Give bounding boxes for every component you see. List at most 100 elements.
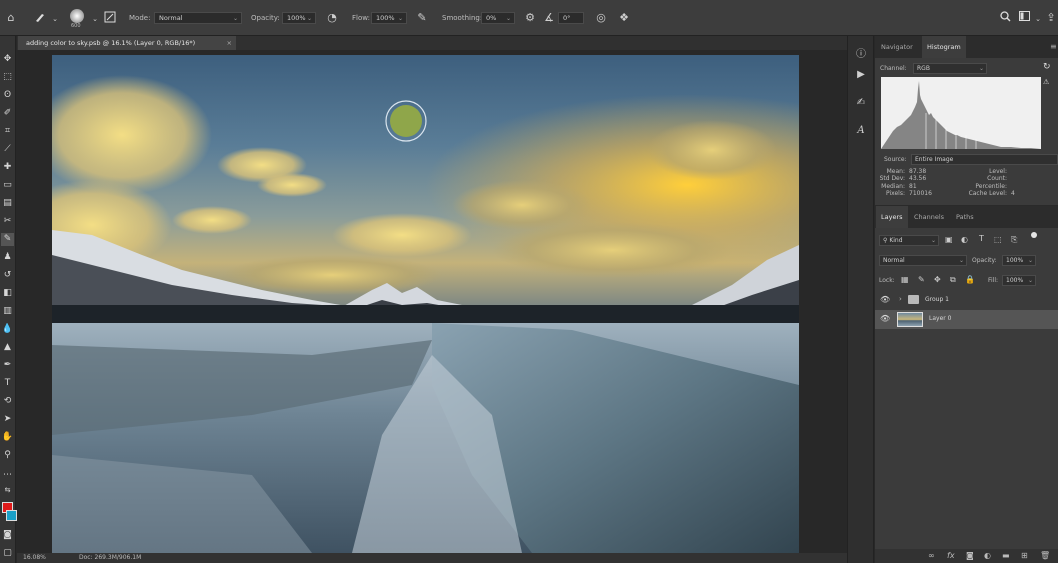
hand-tool-icon[interactable]: ✋ bbox=[1, 431, 14, 444]
chevron-right-icon[interactable]: › bbox=[899, 295, 902, 303]
home-icon[interactable]: ⌂ bbox=[4, 11, 18, 25]
move-tool-icon[interactable]: ✥ bbox=[1, 53, 14, 66]
layer-opacity-input[interactable]: 100% ⌄ bbox=[1002, 255, 1036, 266]
gear-icon[interactable]: ⚙ bbox=[523, 11, 537, 25]
lock-transparent-icon[interactable]: ▦ bbox=[901, 275, 909, 284]
lock-image-icon[interactable]: ✎ bbox=[918, 275, 925, 284]
share-icon[interactable]: ⇪ bbox=[1044, 11, 1058, 25]
play-actions-icon[interactable]: ▶ bbox=[854, 68, 868, 82]
source-select[interactable]: Entire Image bbox=[911, 154, 1058, 165]
marquee-tool-icon[interactable]: ⬚ bbox=[1, 71, 14, 84]
tab-channels[interactable]: Channels bbox=[909, 206, 949, 228]
channel-select[interactable]: RGB ⌄ bbox=[913, 63, 987, 74]
smoothing-value: 0% bbox=[486, 14, 497, 22]
layers-panel-tabs: Layers Channels Paths bbox=[875, 206, 1058, 229]
document-tab[interactable]: adding color to sky.psb @ 16.1% (Layer 0… bbox=[18, 36, 236, 50]
pen-tool-icon[interactable]: ✒ bbox=[1, 359, 14, 372]
fill-label: Fill: bbox=[988, 277, 999, 284]
filter-shape-icon[interactable]: ⬚ bbox=[994, 235, 1002, 244]
tab-histogram[interactable]: Histogram bbox=[922, 36, 966, 58]
blend-mode-select[interactable]: Normal ⌄ bbox=[879, 255, 967, 266]
refresh-icon[interactable]: ↻ bbox=[1043, 62, 1051, 72]
symmetry-icon[interactable]: ❖ bbox=[617, 11, 631, 25]
document-canvas[interactable] bbox=[52, 55, 799, 553]
workspace-icon[interactable] bbox=[1017, 11, 1031, 25]
new-group-icon[interactable]: ▬ bbox=[1002, 551, 1010, 560]
dodge-tool-icon[interactable]: ▲ bbox=[1, 341, 14, 354]
filter-type-icon[interactable]: T bbox=[979, 234, 984, 243]
lock-all-icon[interactable]: 🔒 bbox=[965, 275, 975, 284]
brush-preview-icon[interactable] bbox=[70, 9, 84, 23]
fill-input[interactable]: 100% ⌄ bbox=[1002, 275, 1036, 286]
history-brush-tool-icon[interactable]: ↺ bbox=[1, 269, 14, 282]
link-layers-icon[interactable]: ∞ bbox=[928, 551, 935, 560]
angle-input[interactable]: 0° bbox=[558, 12, 584, 24]
flow-label: Flow: bbox=[352, 14, 370, 22]
filter-adjustment-icon[interactable]: ◐ bbox=[961, 235, 968, 244]
filter-smart-object-icon[interactable]: ⎘ bbox=[1011, 235, 1017, 245]
healing-tool-icon[interactable]: ▭ bbox=[1, 179, 14, 192]
screen-mode-icon[interactable]: ▢ bbox=[1, 547, 14, 560]
smoothing-input[interactable]: 0% ⌄ bbox=[481, 12, 515, 24]
more-tools-icon[interactable]: ⋯ bbox=[1, 469, 14, 482]
clone-stamp-tool-icon[interactable]: ♟ bbox=[1, 251, 14, 264]
filter-toggle-icon[interactable] bbox=[1031, 232, 1037, 238]
lock-position-icon[interactable]: ✥ bbox=[934, 275, 941, 284]
tab-layers[interactable]: Layers bbox=[876, 206, 908, 228]
layer-filter-select[interactable]: ⚲ Kind ⌄ bbox=[879, 235, 939, 246]
chevron-down-icon[interactable]: ⌄ bbox=[1031, 12, 1045, 26]
stat-label: Mean: bbox=[886, 168, 905, 175]
direct-select-icon[interactable]: ➤ bbox=[1, 413, 14, 426]
type-tool-icon[interactable]: T bbox=[1, 377, 14, 390]
close-icon[interactable]: × bbox=[227, 36, 232, 50]
quick-select-tool-icon[interactable]: ✐ bbox=[1, 107, 14, 120]
airbrush-icon[interactable]: ✎ bbox=[415, 11, 429, 25]
spot-healing-tool-icon[interactable]: ✚ bbox=[1, 161, 14, 174]
brush-tool-icon[interactable]: ✎ bbox=[1, 233, 14, 246]
flow-input[interactable]: 100% ⌄ bbox=[371, 12, 407, 24]
opacity-label: Opacity: bbox=[251, 14, 280, 22]
gradient-tool-icon[interactable]: ▥ bbox=[1, 305, 14, 318]
zoom-tool-icon[interactable]: ⚲ bbox=[1, 449, 14, 462]
brush-settings-panel-icon[interactable] bbox=[103, 11, 117, 25]
pressure-opacity-icon[interactable]: ◔ bbox=[325, 11, 339, 25]
swap-colors-icon[interactable]: ⇆ bbox=[1, 484, 14, 497]
pressure-size-icon[interactable]: ◎ bbox=[594, 11, 608, 25]
search-icon[interactable] bbox=[998, 11, 1012, 25]
tab-paths[interactable]: Paths bbox=[951, 206, 979, 228]
brush-settings-icon[interactable]: ✍ bbox=[854, 96, 868, 110]
tab-navigator[interactable]: Navigator bbox=[876, 36, 918, 58]
new-layer-icon[interactable]: ⊞ bbox=[1021, 551, 1028, 560]
opacity-input[interactable]: 100% ⌄ bbox=[282, 12, 316, 24]
right-panels: Navigator Histogram ≡ Channel: RGB ⌄ ↻ ⚠ … bbox=[875, 36, 1058, 563]
brush-tool-preset-icon[interactable] bbox=[33, 11, 47, 25]
layer-row-group-1[interactable]: 👁 › Group 1 bbox=[875, 291, 1058, 310]
background-color-swatch[interactable] bbox=[6, 510, 17, 521]
chevron-down-icon[interactable]: ⌄ bbox=[48, 12, 62, 26]
path-select-tool-icon[interactable]: ⟲ bbox=[1, 395, 14, 408]
layer-style-icon[interactable]: fx bbox=[947, 551, 955, 560]
crop-tool-icon[interactable]: ⌗ bbox=[1, 125, 14, 138]
blur-tool-icon[interactable]: 💧 bbox=[1, 323, 14, 336]
lock-artboard-icon[interactable]: ⧉ bbox=[950, 275, 956, 285]
filter-pixel-icon[interactable]: ▣ bbox=[945, 235, 953, 244]
add-mask-icon[interactable]: ◙ bbox=[966, 551, 974, 560]
scissors-icon[interactable]: ✂ bbox=[1, 215, 14, 228]
quick-mask-icon[interactable]: ◙ bbox=[1, 529, 14, 542]
lasso-tool-icon[interactable]: ʘ bbox=[1, 89, 14, 102]
document-tab-title: adding color to sky.psb @ 16.1% (Layer 0… bbox=[26, 39, 196, 47]
chevron-down-icon[interactable]: ⌄ bbox=[88, 12, 102, 26]
visibility-eye-icon[interactable]: 👁 bbox=[880, 295, 890, 304]
mode-select[interactable]: Normal ⌄ bbox=[154, 12, 242, 24]
layer-row-layer-0[interactable]: 👁 Layer 0 bbox=[875, 310, 1058, 329]
patch-tool-icon[interactable]: ▤ bbox=[1, 197, 14, 210]
eraser-tool-icon[interactable]: ◧ bbox=[1, 287, 14, 300]
panel-menu-icon[interactable]: ≡ bbox=[1045, 36, 1058, 58]
eyedropper-tool-icon[interactable]: ⟋ bbox=[1, 143, 14, 156]
adjustment-layer-icon[interactable]: ◐ bbox=[984, 551, 991, 560]
visibility-eye-icon[interactable]: 👁 bbox=[880, 314, 890, 323]
character-panel-icon[interactable]: A bbox=[854, 124, 868, 138]
trash-icon[interactable]: 🗑 bbox=[1040, 551, 1050, 560]
zoom-level[interactable]: 16.08% bbox=[23, 553, 46, 563]
info-icon[interactable]: ⓘ bbox=[854, 48, 868, 62]
